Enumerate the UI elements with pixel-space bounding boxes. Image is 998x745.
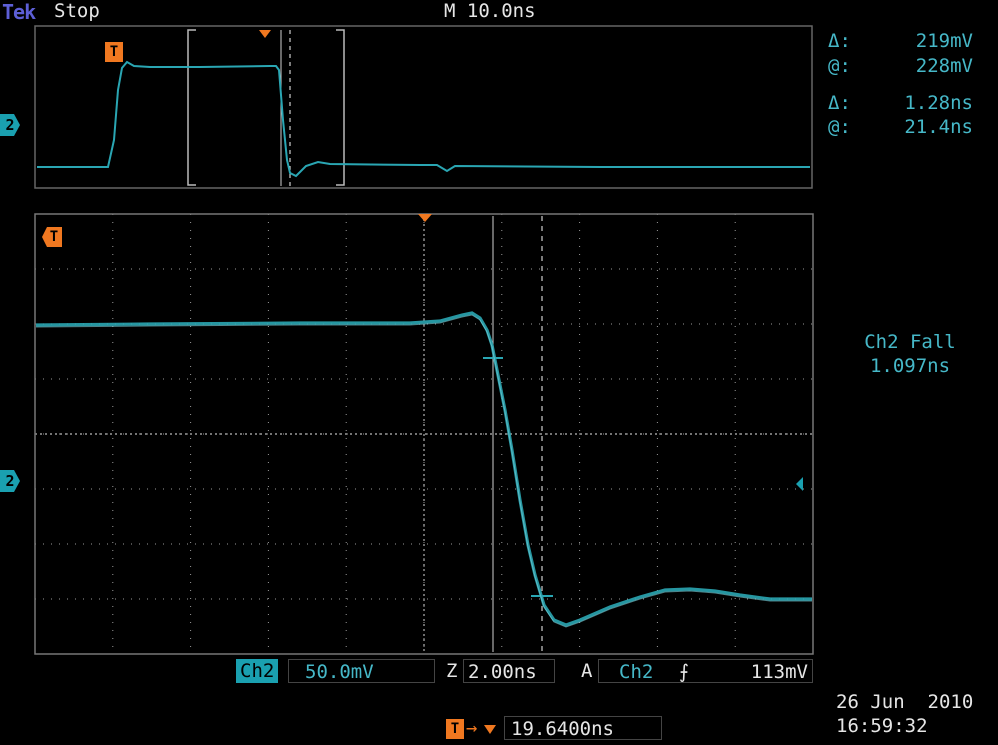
cursor-time-at-label: @: xyxy=(828,116,851,138)
zoom-trigger-position-icon xyxy=(418,214,432,222)
date: 26 Jun 2010 xyxy=(836,691,974,713)
zoom-scale[interactable]: 2.00ns xyxy=(463,659,555,683)
trigger-position-value: 19.6400ns xyxy=(504,716,662,740)
channel2-scale[interactable]: 50.0mV xyxy=(288,659,435,683)
cursor-voltage-at: @: 228mV xyxy=(828,55,973,79)
trigger-arrow-icon: → xyxy=(466,717,478,739)
trigger-down-icon xyxy=(484,725,496,734)
trigger-slope-icon: ⨍ xyxy=(679,661,689,683)
channel2-indicator[interactable]: Ch2 xyxy=(236,659,279,683)
trigger-settings[interactable]: Ch2 ⨍ 113mV xyxy=(598,659,813,683)
cursor-voltage-at-value: 228mV xyxy=(915,55,973,77)
trigger-level-icon xyxy=(796,477,803,491)
trigger-level: 113mV xyxy=(750,661,808,683)
cursor-voltage-at-label: @: xyxy=(828,55,851,77)
cursor-voltage-delta-value: 219mV xyxy=(915,30,973,52)
trigger-mode-label: A xyxy=(581,660,593,682)
cursor-time-delta-value: 1.28ns xyxy=(904,92,973,114)
measurement-value: 1.097ns xyxy=(869,355,951,377)
trigger-position-t-icon: T xyxy=(446,719,464,739)
cursor-voltage-delta-label: Δ: xyxy=(828,30,851,52)
cursor-time-at-value: 21.4ns xyxy=(904,116,973,138)
cursor-time-delta-label: Δ: xyxy=(828,92,851,114)
cursor-voltage-delta: Δ: 219mV xyxy=(828,30,973,54)
time: 16:59:32 xyxy=(836,715,928,737)
date-time: 26 Jun 2010 16:59:32 xyxy=(836,690,973,738)
zoom-label: Z xyxy=(446,660,458,682)
overview-trigger-icon: T xyxy=(105,42,123,62)
fall-time-measurement: Ch2 Fall 1.097ns xyxy=(850,330,970,378)
measurement-name: Ch2 Fall xyxy=(864,331,956,353)
trigger-source: Ch2 xyxy=(619,661,654,683)
cursor-time-at: @: 21.4ns xyxy=(828,116,973,140)
cursor-time-delta: Δ: 1.28ns xyxy=(828,92,973,116)
